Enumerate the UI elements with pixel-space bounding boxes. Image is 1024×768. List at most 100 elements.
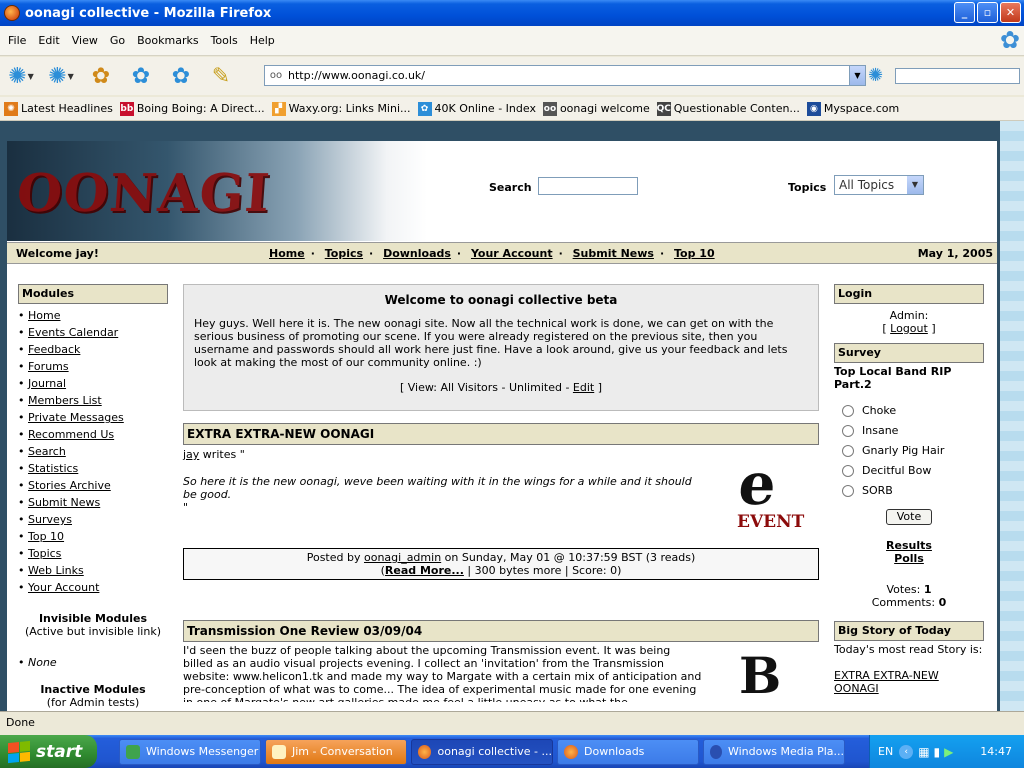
nav-your-account[interactable]: Your Account xyxy=(471,247,553,260)
module-link[interactable]: Events Calendar xyxy=(28,326,118,339)
module-link[interactable]: Surveys xyxy=(28,513,72,526)
volume-icon[interactable]: ▮ xyxy=(934,745,941,759)
read-more-link[interactable]: Read More... xyxy=(385,564,464,577)
home-button[interactable]: ✿ xyxy=(164,60,198,92)
chevron-down-icon[interactable]: ▼ xyxy=(68,72,74,81)
url-dropdown-icon[interactable]: ▼ xyxy=(849,66,865,85)
radio-button[interactable] xyxy=(842,405,854,417)
poll-option[interactable]: Decitful Bow xyxy=(834,461,984,481)
scrollbar[interactable] xyxy=(1000,121,1024,711)
nav-submit-news[interactable]: Submit News xyxy=(573,247,654,260)
module-link[interactable]: Your Account xyxy=(28,581,99,594)
site-logo[interactable]: OONAGI xyxy=(15,163,272,224)
bookmark-item[interactable]: ✿ 40K Online - Index xyxy=(417,101,536,116)
menu-view[interactable]: View xyxy=(66,34,104,47)
radio-button[interactable] xyxy=(842,485,854,497)
start-button[interactable]: start xyxy=(0,735,97,768)
conversation-icon xyxy=(272,744,286,759)
edit-link[interactable]: Edit xyxy=(573,381,594,394)
chevron-down-icon[interactable]: ▼ xyxy=(907,176,923,194)
taskbar-button[interactable]: Windows Media Pla... xyxy=(703,738,845,765)
close-button[interactable]: ✕ xyxy=(1000,2,1021,23)
nav-downloads[interactable]: Downloads xyxy=(383,247,451,260)
vote-button[interactable]: Vote xyxy=(886,509,932,525)
back-paw-icon: ✺ xyxy=(8,63,27,89)
menu-edit[interactable]: Edit xyxy=(32,34,65,47)
poll-option[interactable]: Gnarly Pig Hair xyxy=(834,441,984,461)
taskbar-button[interactable]: Jim - Conversation xyxy=(265,738,407,765)
forward-button[interactable]: ✺ ▼ xyxy=(44,60,78,92)
search-input[interactable] xyxy=(895,68,1020,84)
chevron-down-icon[interactable]: ▼ xyxy=(28,72,34,81)
menu-file[interactable]: File xyxy=(2,34,32,47)
bookmarks-toolbar: ✺ Latest Headlines bb Boing Boing: A Direct… xyxy=(0,97,1024,121)
tool-button[interactable]: ✎ xyxy=(204,60,238,92)
story1-author-link[interactable]: jay xyxy=(183,448,199,461)
bookmark-item[interactable]: ✺ Latest Headlines xyxy=(4,101,113,116)
bookmark-item[interactable]: oo oonagi welcome xyxy=(542,101,650,116)
module-link[interactable]: Home xyxy=(28,309,60,322)
stop-button[interactable]: ✿ xyxy=(124,60,158,92)
poll-option[interactable]: SORB xyxy=(834,481,984,501)
polls-link[interactable]: Polls xyxy=(894,552,924,565)
poll-option[interactable]: Choke xyxy=(834,401,984,421)
module-link[interactable]: Submit News xyxy=(28,496,100,509)
module-link[interactable]: Feedback xyxy=(28,343,80,356)
minimize-button[interactable]: _ xyxy=(954,2,975,23)
posted-by-link[interactable]: oonagi_admin xyxy=(364,551,441,564)
language-indicator[interactable]: EN xyxy=(878,745,893,758)
topics-select[interactable]: All Topics ▼ xyxy=(834,175,924,195)
module-link[interactable]: Search xyxy=(28,445,66,458)
module-link[interactable]: Private Messages xyxy=(28,411,124,424)
go-paw-icon[interactable]: ✺ xyxy=(868,65,883,86)
module-link[interactable]: Topics xyxy=(28,547,61,560)
menu-help[interactable]: Help xyxy=(244,34,281,47)
taskbar-button[interactable]: oonagi collective - ... xyxy=(411,738,553,765)
taskbar-button[interactable]: Downloads xyxy=(557,738,699,765)
poll-option-label: Insane xyxy=(862,424,899,437)
module-link[interactable]: Journal xyxy=(28,377,66,390)
logout-link[interactable]: Logout xyxy=(890,322,928,335)
module-link[interactable]: Web Links xyxy=(28,564,84,577)
radio-button[interactable] xyxy=(842,445,854,457)
module-link[interactable]: Recommend Us xyxy=(28,428,114,441)
menu-tools[interactable]: Tools xyxy=(205,34,244,47)
module-link[interactable]: Statistics xyxy=(28,462,78,475)
site-search-input[interactable] xyxy=(538,177,638,195)
nav-topics[interactable]: Topics xyxy=(325,247,363,260)
results-link[interactable]: Results xyxy=(886,539,932,552)
bookmark-item[interactable]: QC Questionable Conten... xyxy=(657,101,800,116)
menu-bookmarks[interactable]: Bookmarks xyxy=(131,34,204,47)
inactive-modules-title: Inactive Modules xyxy=(40,683,146,696)
radio-button[interactable] xyxy=(842,425,854,437)
nav-top-10[interactable]: Top 10 xyxy=(674,247,715,260)
reload-button[interactable]: ✿ xyxy=(84,60,118,92)
module-link[interactable]: Stories Archive xyxy=(28,479,111,492)
bookmark-item[interactable]: ▞ Waxy.org: Links Mini... xyxy=(271,101,411,116)
tray-expand-icon[interactable]: ‹ xyxy=(899,744,914,759)
network-icon[interactable]: ▦ xyxy=(918,745,929,759)
bookmark-item[interactable]: bb Boing Boing: A Direct... xyxy=(119,101,265,116)
url-text[interactable]: http://www.oonagi.co.uk/ xyxy=(288,69,425,82)
votes-line: Votes: 1 xyxy=(834,583,984,596)
radio-button[interactable] xyxy=(842,465,854,477)
menu-go[interactable]: Go xyxy=(104,34,131,47)
poll-option[interactable]: Insane xyxy=(834,421,984,441)
bookmark-item[interactable]: ◉ Myspace.com xyxy=(806,101,899,116)
back-button[interactable]: ✺ ▼ xyxy=(4,60,38,92)
nav-home[interactable]: Home xyxy=(269,247,305,260)
media-play-icon[interactable]: ▶ xyxy=(944,745,953,759)
module-link[interactable]: Forums xyxy=(28,360,69,373)
taskbar-button[interactable]: Windows Messenger xyxy=(119,738,261,765)
big-story-link[interactable]: EXTRA EXTRA-NEW OONAGI xyxy=(834,669,939,695)
maximize-button[interactable]: ▫ xyxy=(977,2,998,23)
module-link[interactable]: Top 10 xyxy=(28,530,64,543)
module-link[interactable]: Members List xyxy=(28,394,102,407)
welcome-text: Hey guys. Well here it is. The new oonag… xyxy=(194,317,788,369)
module-item: Topics xyxy=(18,545,168,562)
story2-topic-image[interactable]: B xyxy=(739,646,781,702)
event-topic-image[interactable]: e EVENT xyxy=(735,450,804,532)
story1-body: jay writes " So here it is the new oonag… xyxy=(183,448,819,548)
url-bar[interactable]: oo http://www.oonagi.co.uk/ ▼ xyxy=(264,65,866,86)
results-line: Results xyxy=(834,539,984,552)
